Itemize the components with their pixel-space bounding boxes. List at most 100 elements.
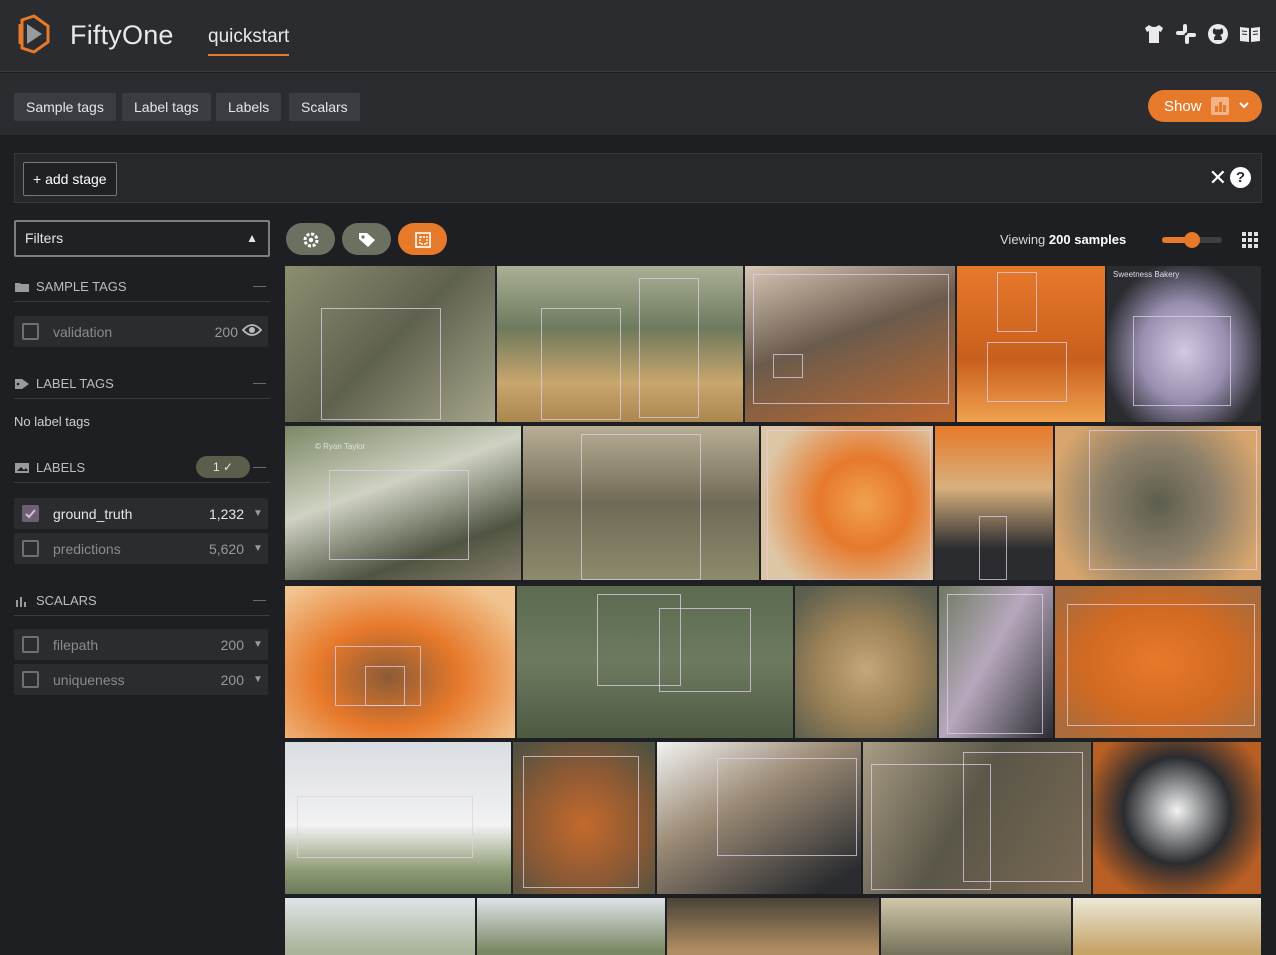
labels-title: LABELS: [36, 460, 86, 475]
sample-tile-horse-rider[interactable]: [496, 265, 744, 423]
stats-tab-bar: Sample tags Label tags Labels Scalars Sh…: [0, 73, 1276, 135]
sample-tile-cat-bowl[interactable]: [1054, 425, 1262, 581]
bar-chart-icon: [16, 596, 26, 607]
brand-name[interactable]: FiftyOne: [70, 20, 174, 51]
collapse-icon[interactable]: —: [253, 592, 266, 607]
show-stats-button[interactable]: Show: [1148, 90, 1262, 122]
sample-tag-label: validation: [53, 323, 113, 340]
header-icon-group: [1142, 22, 1260, 46]
gear-icon: [302, 229, 320, 249]
checkbox[interactable]: [22, 323, 39, 340]
sample-tile-dinner-table[interactable]: [956, 265, 1106, 423]
sample-tile-puppies[interactable]: [516, 585, 794, 739]
sample-tile-street[interactable]: [476, 897, 666, 955]
slack-icon[interactable]: [1174, 22, 1196, 46]
sample-tile-teddy-bear[interactable]: [938, 585, 1054, 739]
scalar-row-filepath[interactable]: filepath 200 ▼: [14, 629, 268, 660]
sample-tag-count: 200: [214, 323, 238, 340]
label-row-predictions[interactable]: predictions 5,620 ▼: [14, 533, 268, 564]
caret-down-icon[interactable]: ▼: [248, 639, 268, 650]
sample-tile-zebra[interactable]: [880, 897, 1072, 955]
tab-labels[interactable]: Labels: [216, 93, 282, 121]
patches-button[interactable]: [398, 223, 447, 255]
sample-tile-dog-spaniel[interactable]: [1092, 741, 1262, 895]
sample-tag-row[interactable]: validation 200: [14, 316, 268, 347]
filters-dropdown[interactable]: Filters ▲: [14, 220, 270, 257]
sample-tile-field[interactable]: [1072, 897, 1262, 955]
no-label-tags-text: No label tags: [14, 414, 90, 429]
tag-button[interactable]: [342, 223, 391, 255]
scalar-name: uniqueness: [53, 671, 125, 688]
chevron-up-icon: ▲: [246, 231, 258, 245]
tab-scalars[interactable]: Scalars: [289, 93, 360, 121]
dataset-selector[interactable]: quickstart: [208, 26, 290, 56]
tag-icon: [15, 378, 29, 389]
sample-tile-bear-front[interactable]: [794, 585, 938, 739]
caret-down-icon[interactable]: ▼: [248, 543, 268, 554]
checkbox[interactable]: [22, 671, 39, 688]
fiftyone-logo-icon[interactable]: [14, 14, 54, 54]
eye-icon[interactable]: [241, 323, 268, 341]
label-tags-header[interactable]: LABEL TAGS —: [14, 369, 270, 399]
sample-tile-dog-ears[interactable]: [284, 897, 476, 955]
sample-tile-cat-sleeping[interactable]: [744, 265, 956, 423]
collapse-icon[interactable]: —: [253, 375, 266, 390]
tag-icon: [357, 229, 377, 249]
viewing-prefix: Viewing: [1000, 232, 1046, 247]
image-labels-icon: [15, 462, 29, 473]
zoom-slider-handle[interactable]: [1184, 232, 1200, 248]
grid-view-icon[interactable]: [1242, 232, 1258, 248]
github-icon[interactable]: [1206, 22, 1228, 46]
collapse-icon[interactable]: —: [253, 278, 266, 293]
scalars-header[interactable]: SCALARS —: [14, 586, 270, 616]
checkbox-checked[interactable]: [22, 505, 39, 522]
sample-tags-header[interactable]: SAMPLE TAGS —: [14, 272, 270, 302]
sample-tile-bird[interactable]: [284, 265, 496, 423]
close-icon[interactable]: ✕: [1209, 166, 1227, 190]
sample-tile-man-suit[interactable]: [934, 425, 1054, 581]
checkbox[interactable]: [22, 540, 39, 557]
view-stage-bar: + add stage ✕ ?: [14, 153, 1262, 203]
app-header: FiftyOne quickstart: [0, 0, 1276, 72]
bar-chart-icon: [1210, 97, 1229, 115]
sample-tile-cat-tabby[interactable]: [656, 741, 862, 895]
scalars-title: SCALARS: [36, 593, 97, 608]
docs-book-icon[interactable]: [1238, 22, 1260, 46]
add-stage-button[interactable]: + add stage: [23, 162, 117, 196]
zoom-slider[interactable]: [1162, 232, 1222, 248]
sample-tags-title: SAMPLE TAGS: [36, 279, 127, 294]
sample-tile-train[interactable]: © Ryan Taylor: [284, 425, 522, 581]
label-name: predictions: [53, 540, 121, 557]
caret-down-icon[interactable]: ▼: [248, 508, 268, 519]
label-row-ground-truth[interactable]: ground_truth 1,232 ▼: [14, 498, 268, 529]
scalar-count: 200: [220, 671, 244, 688]
viewing-count: 200 samples: [1048, 232, 1127, 247]
sample-tile-food-plate[interactable]: [284, 585, 516, 739]
sample-tile-airplane[interactable]: [284, 741, 512, 895]
show-label: Show: [1164, 97, 1202, 115]
scalar-count: 200: [220, 636, 244, 653]
checkbox[interactable]: [22, 636, 39, 653]
sample-tile-bears-pair[interactable]: [862, 741, 1092, 895]
help-icon[interactable]: ?: [1230, 167, 1251, 188]
tab-sample-tags[interactable]: Sample tags: [14, 93, 116, 121]
sample-grid: Sweetness Bakery © Ryan Taylor: [284, 265, 1262, 955]
crop-patches-icon: [414, 229, 432, 249]
label-tags-title: LABEL TAGS: [36, 376, 114, 391]
scalar-row-uniqueness[interactable]: uniqueness 200 ▼: [14, 664, 268, 695]
sample-tile-cake[interactable]: Sweetness Bakery: [1106, 265, 1262, 423]
sample-tile-cat-orange[interactable]: [760, 425, 934, 581]
label-count: 5,620: [208, 540, 244, 557]
tshirt-icon[interactable]: [1142, 22, 1164, 46]
viewing-count-text: Viewing 200 samples: [1000, 232, 1126, 247]
labels-selected-badge[interactable]: 1 ✓: [196, 456, 250, 478]
collapse-icon[interactable]: —: [253, 459, 266, 474]
sample-tile-cow[interactable]: [522, 425, 760, 581]
filters-label: Filters: [25, 230, 64, 246]
caret-down-icon[interactable]: ▼: [248, 674, 268, 685]
settings-button[interactable]: [286, 223, 335, 255]
sample-tile-pie[interactable]: [1054, 585, 1262, 739]
tab-label-tags[interactable]: Label tags: [122, 93, 211, 121]
sample-tile-bear-brown[interactable]: [512, 741, 656, 895]
sample-tile-sushi[interactable]: [666, 897, 880, 955]
